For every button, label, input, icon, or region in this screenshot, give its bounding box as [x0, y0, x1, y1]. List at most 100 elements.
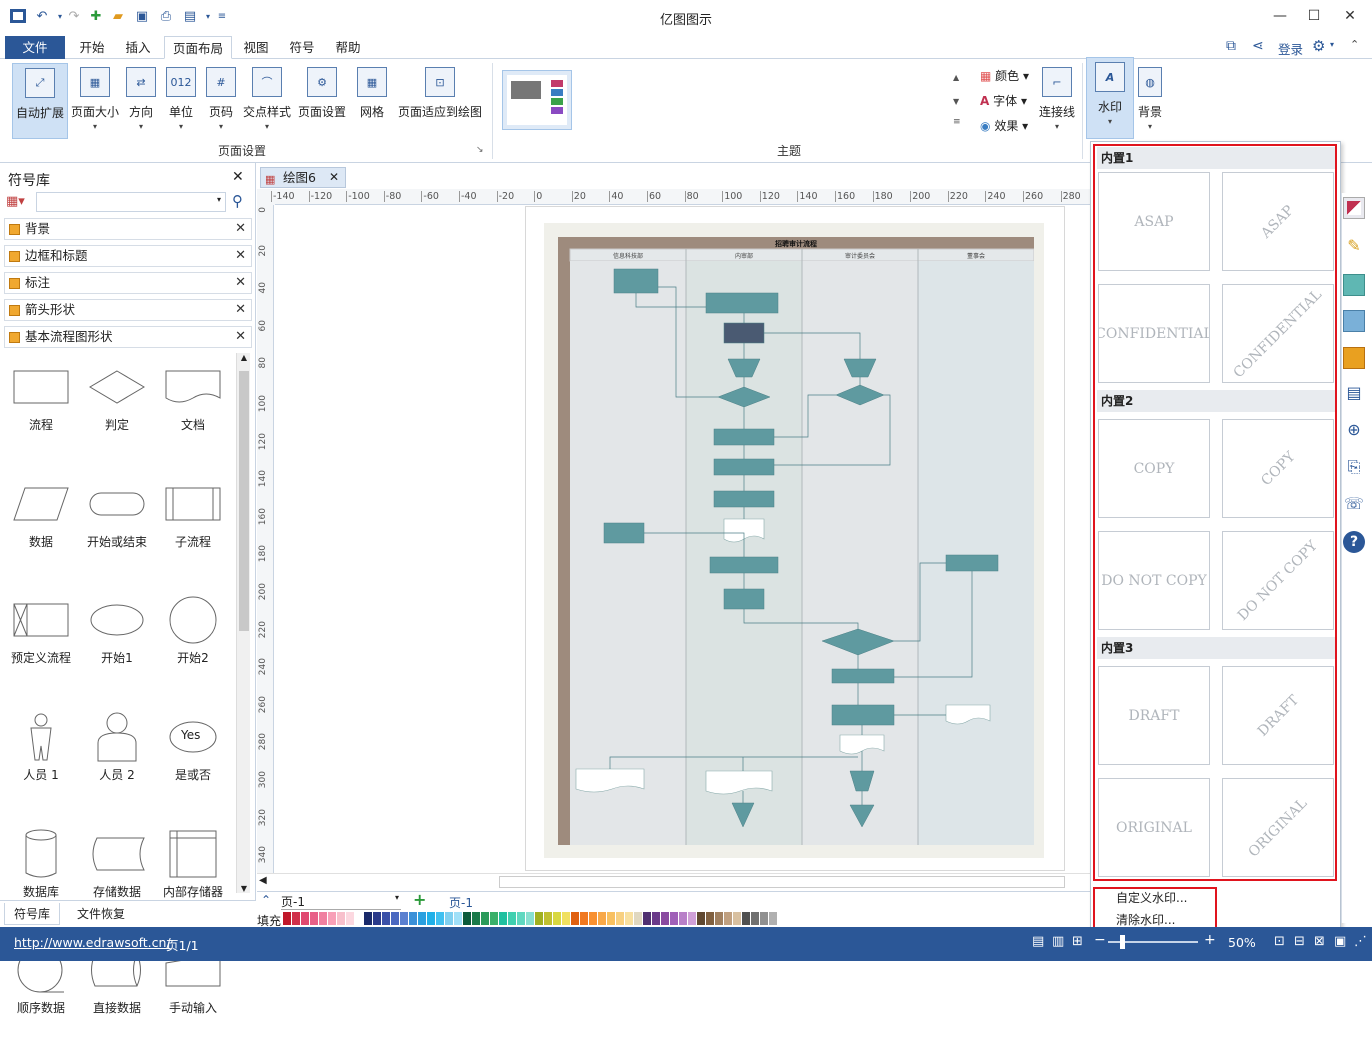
color-swatch[interactable]: [328, 912, 336, 925]
shape-stored-data[interactable]: 存储数据: [79, 825, 155, 912]
page-panel-icon[interactable]: ▤: [1343, 383, 1365, 405]
color-swatch[interactable]: [580, 912, 588, 925]
color-swatch[interactable]: [301, 912, 309, 925]
page-setup-launcher-icon[interactable]: ↘: [476, 145, 484, 155]
orientation-button[interactable]: ⇄ 方向 ▾: [122, 63, 160, 139]
scroll-left-icon[interactable]: ◀: [259, 875, 267, 886]
library-category-flowchart[interactable]: 基本流程图形状 ✕: [4, 326, 252, 348]
color-swatch[interactable]: [310, 912, 318, 925]
color-swatch[interactable]: [562, 912, 570, 925]
document-tab[interactable]: ▦ 绘图6 ✕: [260, 167, 346, 188]
color-swatch[interactable]: [760, 912, 768, 925]
color-swatch[interactable]: [553, 912, 561, 925]
color-swatch[interactable]: [535, 912, 543, 925]
shape-process[interactable]: 流程: [3, 358, 79, 445]
tab-page-layout[interactable]: 页面布局: [164, 36, 232, 59]
library-category-background[interactable]: 背景 ✕: [4, 218, 252, 240]
color-swatch[interactable]: [508, 912, 516, 925]
close-icon[interactable]: ✕: [329, 168, 339, 187]
tab-help[interactable]: 帮助: [326, 36, 370, 59]
scroll-down-icon[interactable]: ▼: [237, 884, 251, 893]
shape-person2[interactable]: 人员 2: [79, 708, 155, 795]
color-swatch[interactable]: [733, 912, 741, 925]
color-swatch[interactable]: [634, 912, 642, 925]
library-close-icon[interactable]: ✕: [232, 169, 244, 185]
page-size-button[interactable]: ▦ 页面大小 ▾: [70, 63, 120, 139]
scroll-thumb[interactable]: [499, 876, 1065, 888]
shape-terminator[interactable]: 开始或结束: [79, 475, 155, 562]
screen-icon[interactable]: ▣: [1334, 934, 1346, 949]
fit-page-icon[interactable]: ⊡: [1274, 934, 1285, 949]
help-icon[interactable]: ?: [1343, 531, 1365, 553]
grid-button[interactable]: ▦ 网格: [352, 63, 392, 139]
color-swatch[interactable]: [355, 912, 363, 925]
color-swatch[interactable]: [436, 912, 444, 925]
color-swatch[interactable]: [652, 912, 660, 925]
watermark-original[interactable]: ORIGINAL: [1098, 778, 1210, 877]
search-dropdown-icon[interactable]: ▾: [217, 195, 221, 204]
color-swatch[interactable]: [490, 912, 498, 925]
login-link[interactable]: 登录: [1278, 39, 1303, 58]
color-swatch[interactable]: [418, 912, 426, 925]
line-panel-icon[interactable]: ✎: [1343, 236, 1365, 258]
color-swatch[interactable]: [751, 912, 759, 925]
shape-subprocess[interactable]: 子流程: [155, 475, 231, 562]
color-swatch[interactable]: [643, 912, 651, 925]
color-swatch[interactable]: [517, 912, 525, 925]
page-nav-up-icon[interactable]: ⌃: [261, 893, 271, 907]
library-menu-icon[interactable]: ▦▾: [6, 194, 25, 209]
scroll-thumb[interactable]: [239, 371, 249, 631]
color-swatch[interactable]: [688, 912, 696, 925]
library-search-input[interactable]: ▾: [36, 192, 226, 212]
color-swatch[interactable]: [526, 912, 534, 925]
color-swatch[interactable]: [463, 912, 471, 925]
color-swatch[interactable]: [724, 912, 732, 925]
color-swatch[interactable]: [769, 912, 777, 925]
shape-person1[interactable]: 人员 1: [3, 708, 79, 795]
watermark-copy[interactable]: COPY: [1098, 419, 1210, 518]
view-present-icon[interactable]: ⊞: [1072, 934, 1083, 949]
library-category-arrows[interactable]: 箭头形状 ✕: [4, 299, 252, 321]
fit-width-icon[interactable]: ⊟: [1294, 934, 1305, 949]
share-screen-icon[interactable]: ⧉: [1226, 38, 1236, 54]
watermark-original-diagonal[interactable]: ORIGINAL: [1222, 778, 1334, 877]
shape-yes-no[interactable]: Yes 是或否: [155, 708, 231, 795]
comment-panel-icon[interactable]: ☏: [1343, 494, 1365, 516]
color-swatch[interactable]: [400, 912, 408, 925]
close-icon[interactable]: ✕: [235, 219, 246, 239]
website-link[interactable]: http://www.edrawsoft.cn/: [14, 935, 171, 950]
view-normal-icon[interactable]: ▤: [1032, 934, 1044, 949]
background-button[interactable]: ◍ 背景 ▾: [1136, 63, 1164, 139]
color-swatch[interactable]: [346, 912, 354, 925]
color-swatch[interactable]: [364, 912, 372, 925]
color-swatch[interactable]: [409, 912, 417, 925]
color-swatch[interactable]: [454, 912, 462, 925]
page-setup-button[interactable]: ⚙ 页面设置: [296, 63, 348, 139]
shape-predefined[interactable]: 预定义流程: [3, 591, 79, 678]
color-swatch[interactable]: [544, 912, 552, 925]
watermark-confidential-diagonal[interactable]: CONFIDENTIAL: [1222, 284, 1334, 383]
shape-decision[interactable]: 判定: [79, 358, 155, 445]
theme-thumbnail[interactable]: [502, 70, 572, 130]
watermark-copy-diagonal[interactable]: COPY: [1222, 419, 1334, 518]
color-swatch[interactable]: [715, 912, 723, 925]
library-category-callouts[interactable]: 标注 ✕: [4, 272, 252, 294]
color-swatch[interactable]: [670, 912, 678, 925]
color-swatch[interactable]: [373, 912, 381, 925]
watermark-asap[interactable]: ASAP: [1098, 172, 1210, 271]
shape-start2[interactable]: 开始2: [155, 591, 231, 678]
close-icon[interactable]: ✕: [235, 273, 246, 293]
watermark-draft-diagonal[interactable]: DRAFT: [1222, 666, 1334, 765]
settings-icon[interactable]: ⚙: [1312, 37, 1325, 55]
hyperlink-panel-icon[interactable]: ⊕: [1343, 420, 1365, 442]
color-swatch[interactable]: [598, 912, 606, 925]
color-swatch[interactable]: [391, 912, 399, 925]
zoom-slider-thumb[interactable]: [1120, 935, 1125, 949]
watermark-confidential[interactable]: CONFIDENTIAL: [1098, 284, 1210, 383]
theme-scroll-up-icon[interactable]: ▲: [953, 73, 959, 82]
tab-view[interactable]: 视图: [234, 36, 278, 59]
view-web-icon[interactable]: ▥: [1052, 934, 1064, 949]
color-swatch[interactable]: [571, 912, 579, 925]
settings-dropdown-icon[interactable]: ▾: [1330, 40, 1334, 49]
theme-scroll-down-icon[interactable]: ▼: [953, 97, 959, 106]
